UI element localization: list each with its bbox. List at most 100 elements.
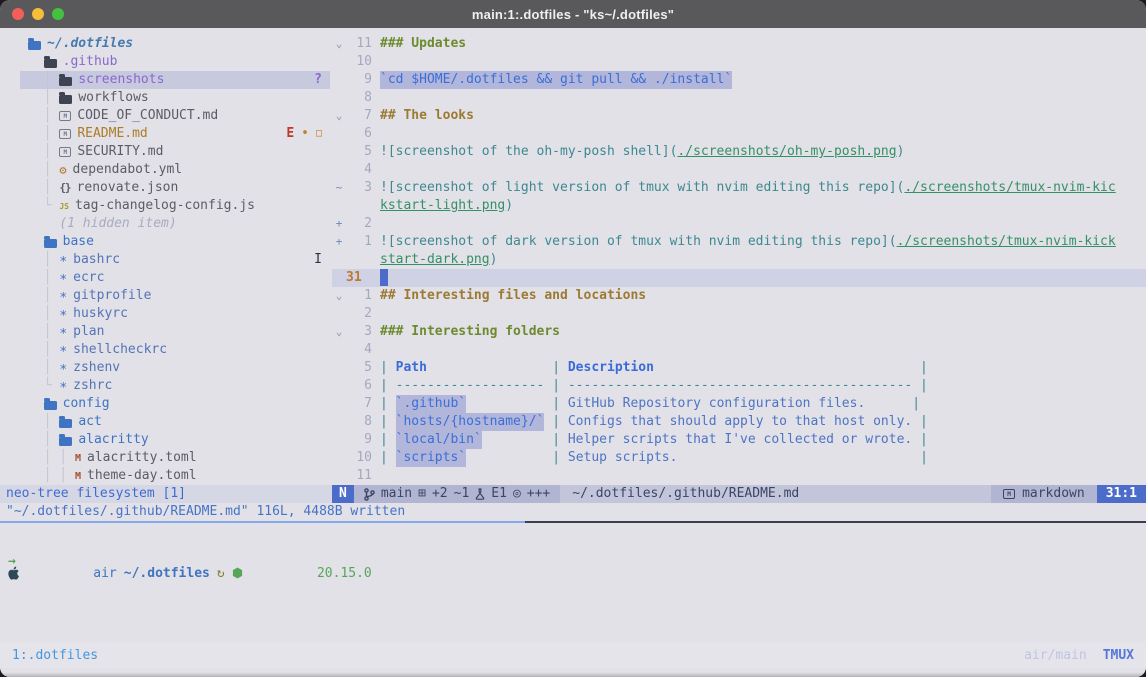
tree-item-renovate[interactable]: │ {} renovate.json [20,179,330,197]
nodejs-icon [232,537,310,609]
tree-item-zshrc[interactable]: └ ∗ zshrc [20,377,330,395]
fold-open-icon[interactable]: ⌄ [332,107,346,125]
vim-cmdline-message: "~/.dotfiles/.github/README.md" 116L, 44… [0,503,1146,521]
editor-line[interactable]: 5 | Path | Description | [332,359,1146,377]
git-changed-count: ~1 [454,485,470,503]
window-title: main:1:.dotfiles - "ks~/.dotfiles" [472,7,674,22]
tree-item-ecrc[interactable]: │ ∗ ecrc [20,269,330,287]
tree-item-github[interactable]: .github [20,53,330,71]
minimize-window-button[interactable] [32,8,44,20]
editor-line[interactable]: 9 | `local/bin` | Helper scripts that I'… [332,431,1146,449]
node-version: 20.15.0 [317,566,372,581]
tree-item-huskyrc[interactable]: │ ∗ huskyrc [20,305,330,323]
vim-mode-indicator: N [332,485,354,503]
tree-item-bashrc[interactable]: │ ∗ bashrc I [20,251,330,269]
tree-item-label: zshenv [73,359,120,377]
editor-line[interactable]: ⌄ 1 ## Interesting files and locations [332,287,1146,305]
editor-line-wrap[interactable]: kstart-light.png) [332,197,1146,215]
folder-icon [59,435,72,446]
prompt-arrow: → [8,554,16,569]
config-file-icon: ∗ [59,323,67,341]
text-cursor [380,269,388,286]
tree-item-base[interactable]: base [20,233,330,251]
config-file-icon: ∗ [59,251,67,269]
fold-open-icon[interactable]: ⌄ [332,323,346,341]
git-change-sign: ~ [332,179,346,197]
fold-open-icon[interactable]: ⌄ [332,287,346,305]
tree-item-security[interactable]: │ SECURITY.md [20,143,330,161]
titlebar: main:1:.dotfiles - "ks~/.dotfiles" [0,0,1146,28]
tmux-window-tab[interactable]: 1:.dotfiles [12,648,98,663]
config-file-icon: ∗ [59,377,67,395]
markdown-link[interactable]: ./screenshots/oh-my-posh.png [677,143,896,161]
fold-open-icon[interactable]: ⌄ [332,35,346,53]
config-file-icon: ∗ [59,305,67,323]
tree-item-gitprofile[interactable]: │ ∗ gitprofile [20,287,330,305]
tree-item-workflows[interactable]: │ workflows [20,89,330,107]
editor-line[interactable]: 8 | `hosts/{hostname}/` | Configs that s… [332,413,1146,431]
tree-item-config[interactable]: config [20,395,330,413]
neo-tree-statusline: neo-tree filesystem [1] [0,485,332,503]
tree-item-zshenv[interactable]: │ ∗ zshenv [20,359,330,377]
editor-line[interactable]: ⌄ 11 ### Updates [332,35,1146,53]
editor-line[interactable]: 10 [332,53,1146,71]
statusline-filepath: ~/.dotfiles/.github/README.md [560,485,991,503]
tree-item-alacritty[interactable]: │ alacritty [20,431,330,449]
tree-item-theme-day-toml[interactable]: │ │ M theme-day.toml [20,467,330,485]
markdown-link[interactable]: start-dark.png [380,251,490,269]
config-file-icon: ∗ [59,287,67,305]
folder-icon [44,237,57,248]
tree-item-tag-changelog[interactable]: └ JS tag-changelog-config.js [20,197,330,215]
tree-item-plan[interactable]: │ ∗ plan [20,323,330,341]
json-file-icon: {} [59,179,70,197]
editor-line[interactable]: 2 [332,305,1146,323]
markdown-link[interactable]: ./screenshots/tmux-nvim-kic [904,179,1115,197]
editor-line[interactable]: 8 [332,89,1146,107]
record-icon: ◎ [513,485,521,503]
editor-line[interactable]: + 1 ![screenshot of dark version of tmux… [332,233,1146,251]
editor-line[interactable]: ⌄ 7 ## The looks [332,107,1146,125]
folder-icon [59,417,72,428]
editor-line[interactable]: ⌄ 3 ### Interesting folders [332,323,1146,341]
zoom-window-button[interactable] [52,8,64,20]
shell-pane[interactable]: air ~/.dotfiles ↻ 20.15.0 → [0,523,1146,642]
cursor-position: 31:1 [1097,485,1146,503]
tree-item-label: dependabot.yml [73,161,183,179]
editor-line[interactable]: 4 [332,161,1146,179]
tree-item-readme[interactable]: │ README.md E • □ [20,125,330,143]
tree-item-act[interactable]: │ act [20,413,330,431]
config-file-icon: ∗ [59,269,67,287]
error-count: E1 [491,485,507,503]
tree-item-dependabot[interactable]: │ ⚙ dependabot.yml [20,161,330,179]
editor-line[interactable]: 10 | `scripts` | Setup scripts. | [332,449,1146,467]
shell-prompt: air ~/.dotfiles ↻ 20.15.0 [8,536,372,610]
editor-line[interactable]: 7 | `.github` | GitHub Repository config… [332,395,1146,413]
tree-item-shellcheckrc[interactable]: │ ∗ shellcheckrc [20,341,330,359]
editor-line[interactable]: 9 `cd $HOME/.dotfiles && git pull && ./i… [332,71,1146,89]
markdown-file-icon [59,111,71,121]
toml-file-icon: M [75,453,81,464]
git-add-sign: + [332,215,346,233]
editor-line-wrap[interactable]: start-dark.png) [332,251,1146,269]
apple-icon [8,536,86,610]
tree-item-alacritty-toml[interactable]: │ │ M alacritty.toml [20,449,330,467]
tree-item-code-of-conduct[interactable]: │ CODE_OF_CONDUCT.md [20,107,330,125]
editor-cursor-line[interactable]: 31 [332,269,1146,287]
markdown-link[interactable]: ./screenshots/tmux-nvim-kick [897,233,1116,251]
tree-item-label: theme-day.toml [87,467,197,485]
editor-line[interactable]: 5 ![screenshot of the oh-my-posh shell](… [332,143,1146,161]
git-untracked-badge: ? [314,71,322,89]
editor-line[interactable]: ~ 3 ![screenshot of light version of tmu… [332,179,1146,197]
tree-item-label: CODE_OF_CONDUCT.md [77,107,218,125]
tree-item-dotfiles-root[interactable]: ~/.dotfiles [20,35,330,53]
markdown-link[interactable]: kstart-light.png [380,197,505,215]
tmux-label: TMUX [1103,648,1134,663]
editor-line[interactable]: 6 | ------------------- | --------------… [332,377,1146,395]
tree-item-screenshots[interactable]: │ screenshots ? [20,71,330,89]
editor-line[interactable]: 6 [332,125,1146,143]
editor-line[interactable]: 4 [332,341,1146,359]
close-window-button[interactable] [12,8,24,20]
git-status-segment: main⊞+2~1 E1◎+++ [354,485,560,503]
editor-line[interactable]: 11 [332,467,1146,485]
editor-line[interactable]: + 2 [332,215,1146,233]
